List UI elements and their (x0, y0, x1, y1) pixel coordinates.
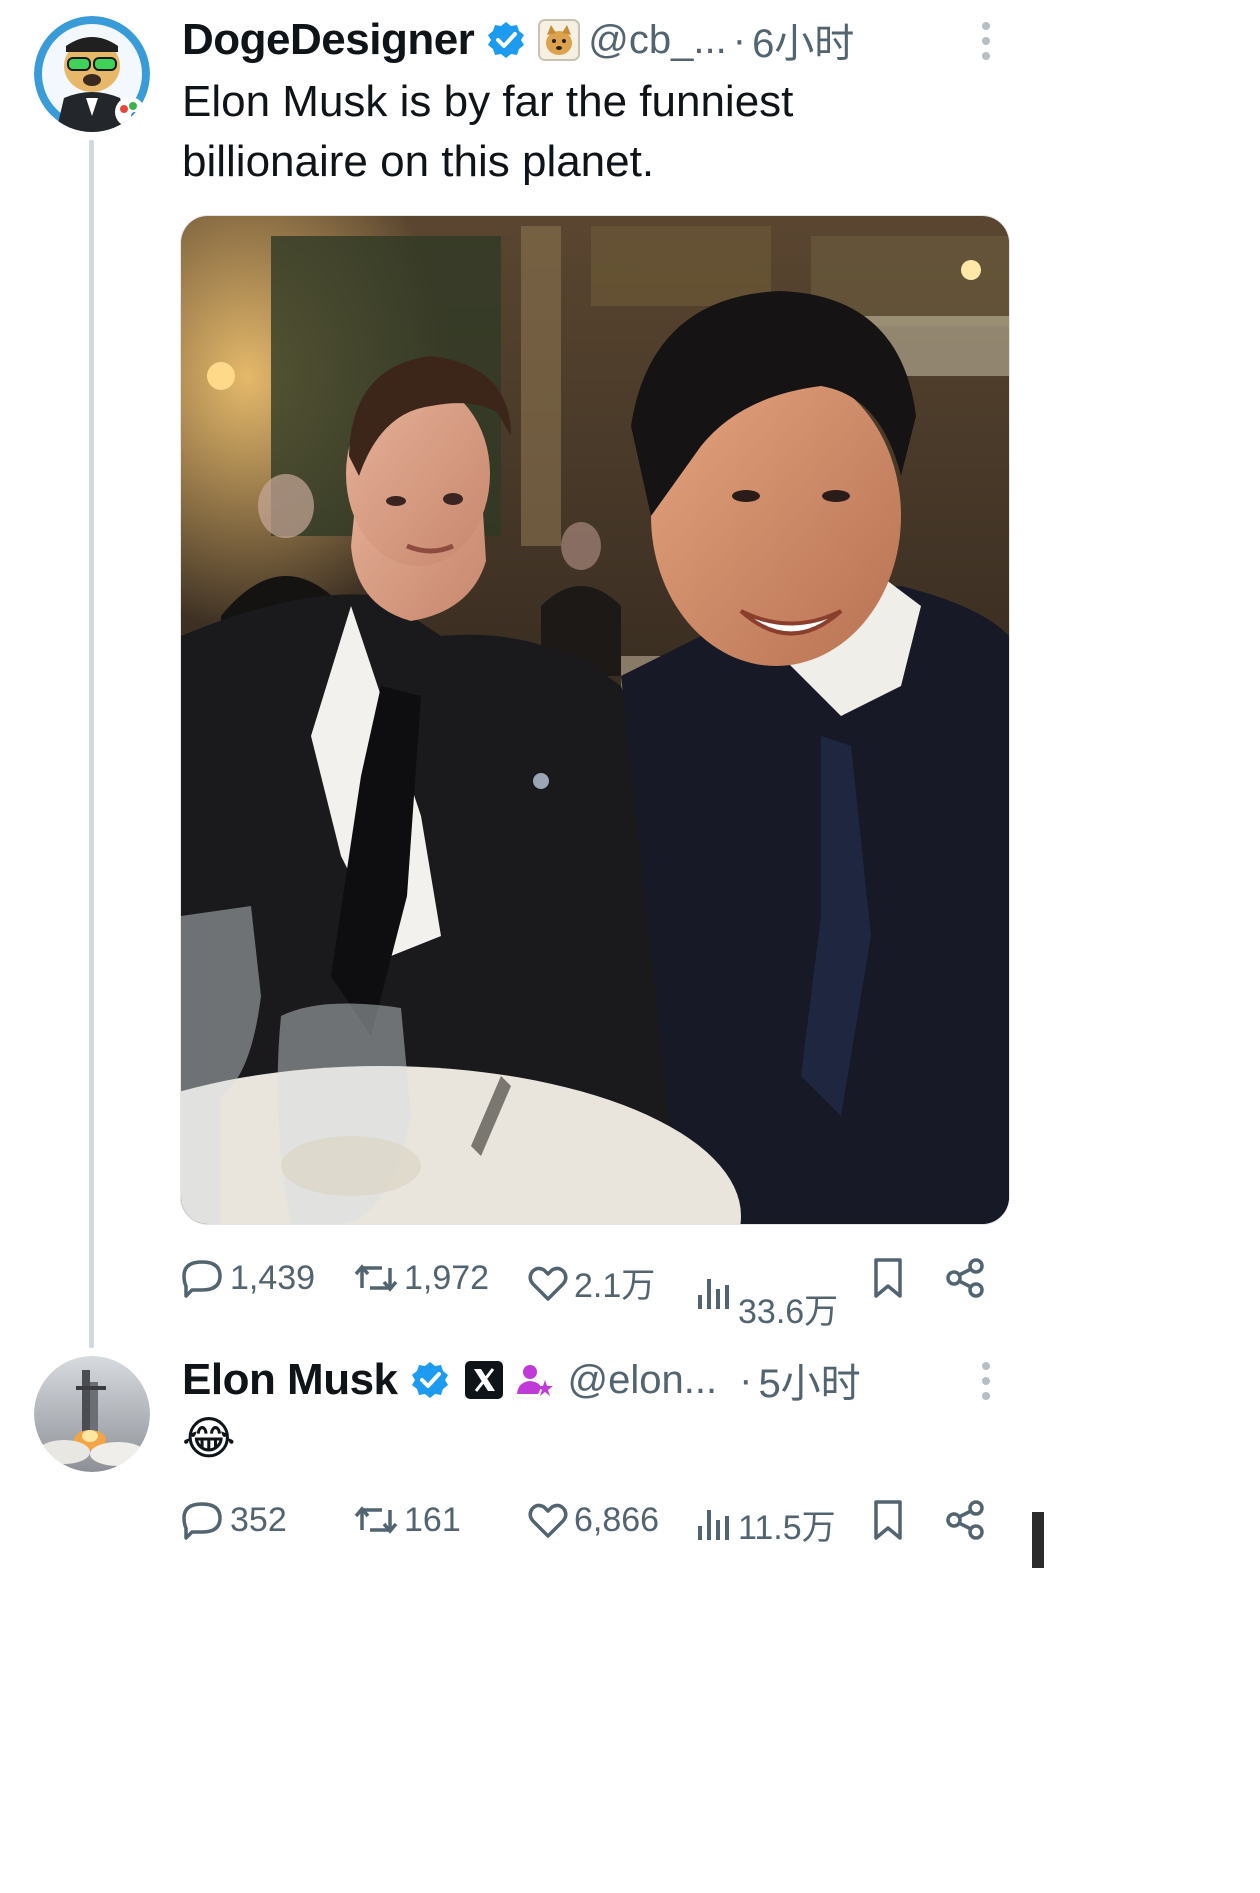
tweet-image[interactable] (180, 215, 1010, 1225)
bookmark-button[interactable] (868, 1256, 908, 1300)
reply-icon (182, 1260, 222, 1298)
doge-affiliate-icon (538, 19, 581, 61)
banquet-selfie-image (181, 216, 1009, 1224)
repost-button[interactable]: 161 (352, 1500, 461, 1540)
repost-count: 1,972 (404, 1258, 490, 1297)
more-dot (982, 22, 990, 30)
more-options-button[interactable] (980, 22, 992, 66)
view-count: 33.6万 (738, 1293, 839, 1331)
rocket-launch-avatar-icon (34, 1356, 150, 1472)
avatar[interactable] (34, 1356, 150, 1472)
bookmark-icon (874, 1258, 902, 1298)
tweet-header: Elon Musk @elon... · 5小时 (182, 1350, 861, 1410)
action-bar: 352 161 6,866 11.5万 (180, 1490, 1010, 1550)
tweet-dogedesigner[interactable]: DogeDesigner @cb_... · 6小时 Elon Musk is … (0, 0, 1044, 1348)
subscriber-icon (516, 1365, 553, 1396)
bookmark-button[interactable] (868, 1498, 908, 1542)
share-icon (946, 1258, 984, 1298)
like-button[interactable]: 2.1万 (526, 1258, 655, 1307)
reply-count: 1,439 (230, 1258, 316, 1297)
share-button[interactable] (944, 1498, 988, 1542)
display-name[interactable]: Elon Musk (182, 1355, 398, 1405)
tweet-elonmusk[interactable]: Elon Musk @elon... · 5小时 😂 352 161 6,866… (0, 1340, 1044, 1568)
more-dot (982, 37, 990, 45)
separator-dot: · (732, 17, 747, 62)
x-affiliate-icon (464, 1361, 503, 1399)
reply-button[interactable]: 352 (180, 1500, 287, 1540)
verified-check-icon (411, 1362, 448, 1398)
heart-icon (528, 1503, 568, 1538)
avatar[interactable] (34, 16, 150, 132)
display-name[interactable]: DogeDesigner (182, 15, 475, 65)
repost-count: 161 (404, 1500, 461, 1539)
views-icon (698, 1509, 729, 1540)
heart-icon (528, 1266, 568, 1301)
repost-icon (354, 1264, 398, 1292)
reply-button[interactable]: 1,439 (180, 1258, 315, 1298)
timestamp[interactable]: 6小时 (752, 11, 854, 69)
more-dot (982, 1392, 990, 1400)
more-options-button[interactable] (980, 1362, 992, 1406)
separator-dot: · (739, 1357, 753, 1402)
handle[interactable]: @cb_... (588, 18, 726, 63)
thread-line (89, 140, 94, 1348)
bookmark-icon (874, 1500, 902, 1540)
more-dot (982, 52, 990, 60)
timestamp[interactable]: 5小时 (758, 1351, 860, 1409)
verified-check-icon (488, 22, 525, 58)
like-button[interactable]: 6,866 (526, 1500, 659, 1540)
tweet-emoji: 😂 (182, 1412, 236, 1464)
repost-icon (354, 1506, 398, 1534)
repost-button[interactable]: 1,972 (352, 1258, 489, 1298)
more-dot (982, 1377, 990, 1385)
views-button[interactable]: 33.6万 (692, 1254, 838, 1333)
tweet-text: Elon Musk is by far the funniest billion… (182, 77, 794, 186)
view-count: 11.5万 (738, 1509, 836, 1547)
reply-icon (182, 1502, 222, 1540)
tweet-header: DogeDesigner @cb_... · 6小时 (182, 10, 854, 70)
like-count: 6,866 (574, 1500, 660, 1539)
views-button[interactable]: 11.5万 (692, 1500, 836, 1549)
share-icon (946, 1500, 984, 1540)
reply-count: 352 (230, 1500, 287, 1539)
more-dot (982, 1362, 990, 1370)
views-icon (698, 1278, 729, 1309)
scrollbar[interactable] (1032, 1512, 1044, 1568)
like-count: 2.1万 (574, 1267, 656, 1305)
handle[interactable]: @elon... (568, 1358, 718, 1403)
share-button[interactable] (944, 1256, 988, 1300)
action-bar: 1,439 1,972 2.1万 33.6万 (180, 1248, 1010, 1331)
doge-avatar-icon (34, 16, 150, 132)
